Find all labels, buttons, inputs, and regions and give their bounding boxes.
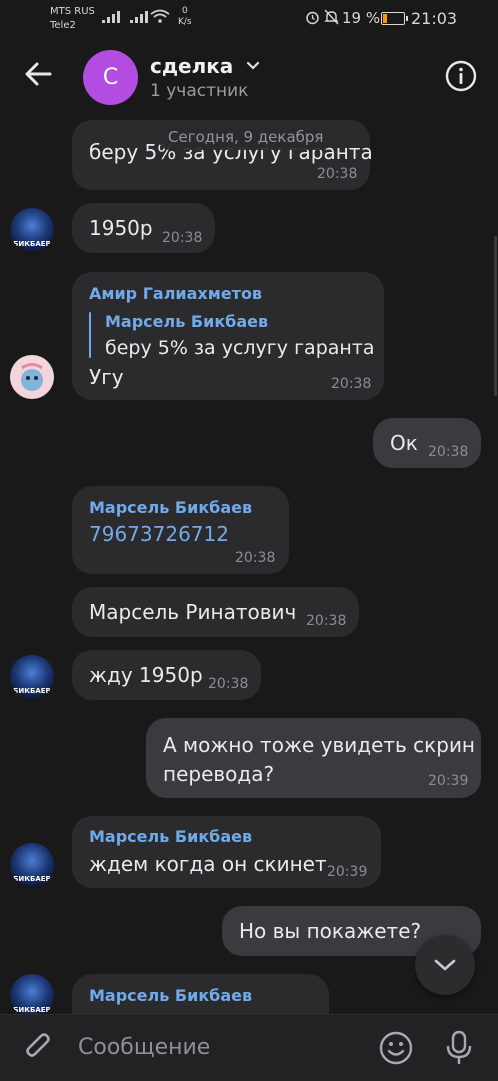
status-bar: MTS RUS Tele2 0 K/s 19 % 21:03: [0, 0, 498, 36]
message-sender[interactable]: Марсель Бикбаев: [89, 827, 252, 846]
message-sender[interactable]: Амир Галиахметов: [89, 284, 262, 303]
message-bubble[interactable]: Амир Галиахметов Марсель Бикбаев беру 5%…: [72, 272, 384, 400]
message-bubble[interactable]: жду 1950р 20:38: [72, 650, 261, 700]
emoji-icon[interactable]: [378, 1030, 414, 1066]
reply-text[interactable]: беру 5% за услугу гаранта: [105, 337, 375, 359]
message-bubble[interactable]: Марсель Бикбаев 79673726712 20:38: [72, 486, 289, 574]
network-speed-unit: K/s: [178, 17, 192, 27]
message-bubble[interactable]: 1950р 20:38: [72, 203, 215, 253]
battery-icon: [381, 12, 408, 25]
scrollbar[interactable]: [494, 236, 497, 396]
alarm-icon: [306, 11, 319, 25]
message-time: 20:38: [235, 550, 276, 566]
message-time: 20:38: [331, 376, 372, 392]
message-text-line-1: А можно тоже увидеть скрин: [163, 733, 476, 757]
chat-subtitle: 1 участник: [150, 81, 249, 101]
info-icon[interactable]: [445, 60, 477, 92]
clock: 21:03: [411, 9, 458, 28]
message-text: Марсель Ринатович: [89, 600, 297, 624]
phone-link[interactable]: 79673726712: [89, 522, 229, 546]
message-time: 20:38: [306, 613, 347, 629]
avatar-caption: БИКБАЕВ: [13, 875, 51, 883]
message-bubble-outgoing[interactable]: А можно тоже увидеть скрин перевода? 20:…: [146, 718, 481, 798]
chevron-down-icon: [247, 61, 260, 70]
message-time: 20:39: [428, 773, 469, 789]
carrier-1: MTS RUS: [50, 6, 95, 17]
message-text: ждем когда он скинет: [89, 852, 327, 876]
avatar-caption: БИКБАЕВ: [13, 1006, 51, 1014]
chevron-down-icon: [434, 959, 456, 971]
avatar[interactable]: [10, 355, 54, 399]
attach-icon[interactable]: [22, 1031, 56, 1065]
message-bubble-outgoing[interactable]: Ок 20:38: [373, 418, 481, 468]
message-time: 20:39: [327, 864, 368, 880]
message-text: Угу: [89, 365, 124, 389]
scroll-down-button[interactable]: [415, 935, 475, 995]
avatar[interactable]: БИКБАЕВ: [10, 208, 54, 252]
date-separator: Сегодня, 9 декабря: [158, 124, 334, 150]
message-time: 20:38: [428, 444, 469, 460]
message-sender[interactable]: Марсель Бикбаев: [89, 498, 252, 517]
chat-header: С сделка 1 участник: [0, 36, 498, 120]
message-text-line-2: перевода?: [163, 762, 275, 786]
chat-avatar[interactable]: С: [83, 50, 138, 105]
message-text: 1950р: [89, 216, 153, 240]
message-text: жду 1950р: [89, 663, 203, 687]
battery-percent: 19 %: [342, 9, 381, 27]
avatar-caption: БИКБАЕВ: [13, 687, 51, 695]
reply-bar: [89, 312, 91, 358]
microphone-icon[interactable]: [444, 1029, 474, 1067]
message-text: Но вы покажете?: [239, 919, 422, 943]
chat-title-text: сделка: [150, 54, 234, 78]
carrier-2: Tele2: [50, 20, 76, 31]
signal-icon: [102, 11, 120, 23]
message-time: 20:38: [162, 230, 203, 246]
avatar-caption: БИКБАЕВ: [13, 240, 51, 248]
message-composer: Сообщение: [0, 1014, 498, 1081]
reply-sender[interactable]: Марсель Бикбаев: [105, 312, 268, 331]
chat-title[interactable]: сделка: [150, 54, 260, 78]
network-speed-value: 0: [181, 6, 188, 16]
avatar[interactable]: БИКБАЕВ: [10, 843, 54, 887]
message-bubble[interactable]: Марсель Бикбаев ждем когда он скинет 20:…: [72, 816, 381, 888]
message-bubble[interactable]: Марсель Ринатович 20:38: [72, 587, 359, 637]
message-text: Ок: [390, 431, 418, 455]
message-sender[interactable]: Марсель Бикбаев: [89, 986, 252, 1005]
message-time: 20:38: [317, 166, 358, 182]
avatar[interactable]: БИКБАЕВ: [10, 655, 54, 699]
message-input[interactable]: Сообщение: [78, 1035, 210, 1060]
message-time: 20:38: [208, 676, 249, 692]
avatar-image: [21, 363, 43, 391]
mute-bell-icon: [324, 9, 339, 25]
avatar[interactable]: БИКБАЕВ: [10, 974, 54, 1018]
wifi-icon: [150, 9, 170, 23]
signal-icon-2: [130, 11, 148, 23]
back-arrow-icon[interactable]: [22, 58, 54, 90]
